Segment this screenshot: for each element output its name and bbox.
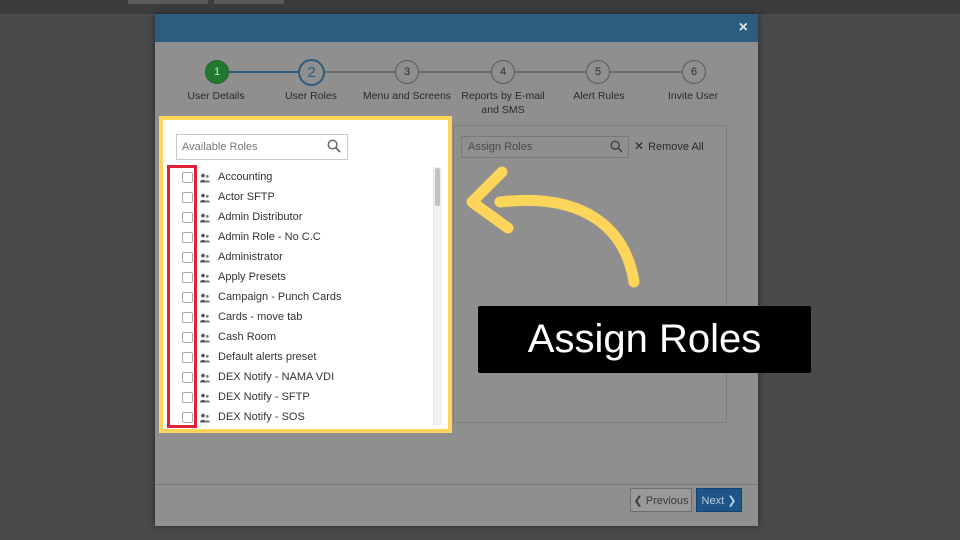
search-icon[interactable] (610, 140, 623, 153)
assign-roles-banner: Assign Roles (478, 306, 811, 373)
role-label: Cash Room (218, 331, 277, 343)
role-label: Default alerts preset (218, 351, 317, 363)
role-label: Apply Presets (218, 271, 286, 283)
step-1-circle[interactable]: 1 (205, 60, 229, 84)
remove-all-label: Remove All (648, 141, 704, 153)
role-label: DEX Notify - SOS (218, 411, 305, 423)
modal-header: × (155, 14, 758, 42)
list-item[interactable]: Admin Role - No C.C (167, 228, 427, 248)
person-icon (200, 193, 210, 203)
person-icon (200, 293, 210, 303)
list-item[interactable]: Actor SFTP (167, 188, 427, 208)
list-item[interactable]: Accounting (167, 168, 427, 188)
person-icon (200, 313, 210, 323)
list-item[interactable]: Apply Presets (167, 268, 427, 288)
list-item[interactable]: DEX Notify - SFTP (167, 388, 427, 408)
close-icon: ✕ (634, 139, 645, 153)
role-label: DEX Notify - SFTP (218, 391, 310, 403)
list-item[interactable]: Cards - move tab (167, 308, 427, 328)
role-label: Campaign - Punch Cards (218, 291, 342, 303)
step-2-circle[interactable]: 2 (298, 59, 325, 86)
person-icon (200, 173, 210, 183)
available-roles-search (176, 134, 348, 160)
role-label: Accounting (218, 171, 273, 183)
checkbox-column-highlight (167, 165, 197, 428)
person-icon (200, 273, 210, 283)
step-4-circle[interactable]: 4 (491, 60, 515, 84)
person-icon (200, 333, 210, 343)
step-5-label: Alert Rules (573, 90, 625, 102)
list-item[interactable]: Cash Room (167, 328, 427, 348)
step-5-circle[interactable]: 5 (586, 60, 610, 84)
list-item[interactable]: Campaign - Punch Cards (167, 288, 427, 308)
role-label: Admin Role - No C.C (218, 231, 321, 243)
list-item[interactable]: DEX Notify - SOS (167, 408, 427, 424)
roles-scrollbar[interactable] (433, 167, 442, 425)
previous-button[interactable]: ❮ Previous (630, 488, 692, 512)
background-tab (128, 0, 208, 4)
next-label: Next (701, 494, 725, 507)
available-roles-panel: Accounting Actor SFTP Admin Distributor Adm… (159, 116, 452, 433)
step-6-label: Invite User (667, 90, 719, 102)
role-label: DEX Notify - NAMA VDI (218, 371, 335, 383)
list-item[interactable]: Default alerts preset (167, 348, 427, 368)
available-roles-search-input[interactable] (177, 135, 327, 159)
role-label: Administrator (218, 251, 283, 263)
previous-label: Previous (645, 494, 689, 507)
assigned-roles-search-input[interactable] (462, 137, 614, 157)
step-1-label: User Details (187, 90, 245, 102)
search-icon[interactable] (327, 139, 341, 153)
list-item[interactable]: Admin Distributor (167, 208, 427, 228)
step-3-label: Menu and Screens (362, 90, 452, 102)
close-button[interactable]: × (739, 18, 748, 38)
chevron-right-icon: ❯ (724, 494, 737, 507)
person-icon (200, 253, 210, 263)
person-icon (200, 353, 210, 363)
chevron-left-icon: ❮ (633, 494, 646, 507)
step-4-label: Reports by E-mail and SMS (461, 90, 545, 116)
person-icon (200, 373, 210, 383)
role-label: Actor SFTP (218, 191, 275, 203)
footer-divider (155, 484, 758, 485)
person-icon (200, 413, 210, 423)
remove-all-button[interactable]: ✕ Remove All (634, 139, 704, 153)
step-3-circle[interactable]: 3 (395, 60, 419, 84)
person-icon (200, 393, 210, 403)
person-icon (200, 233, 210, 243)
step-2-label: User Roles (285, 90, 337, 102)
person-icon (200, 213, 210, 223)
background-tab (214, 0, 284, 4)
assigned-roles-search (461, 136, 629, 158)
next-button[interactable]: Next ❯ (696, 488, 742, 512)
list-item[interactable]: Administrator (167, 248, 427, 268)
role-label: Admin Distributor (218, 211, 303, 223)
step-6-circle[interactable]: 6 (682, 60, 706, 84)
available-roles-list[interactable]: Accounting Actor SFTP Admin Distributor Adm… (167, 168, 443, 424)
curved-arrow-annotation (466, 166, 640, 288)
role-label: Cards - move tab (218, 311, 303, 323)
scrollbar-thumb[interactable] (435, 168, 440, 206)
list-item[interactable]: DEX Notify - NAMA VDI (167, 368, 427, 388)
